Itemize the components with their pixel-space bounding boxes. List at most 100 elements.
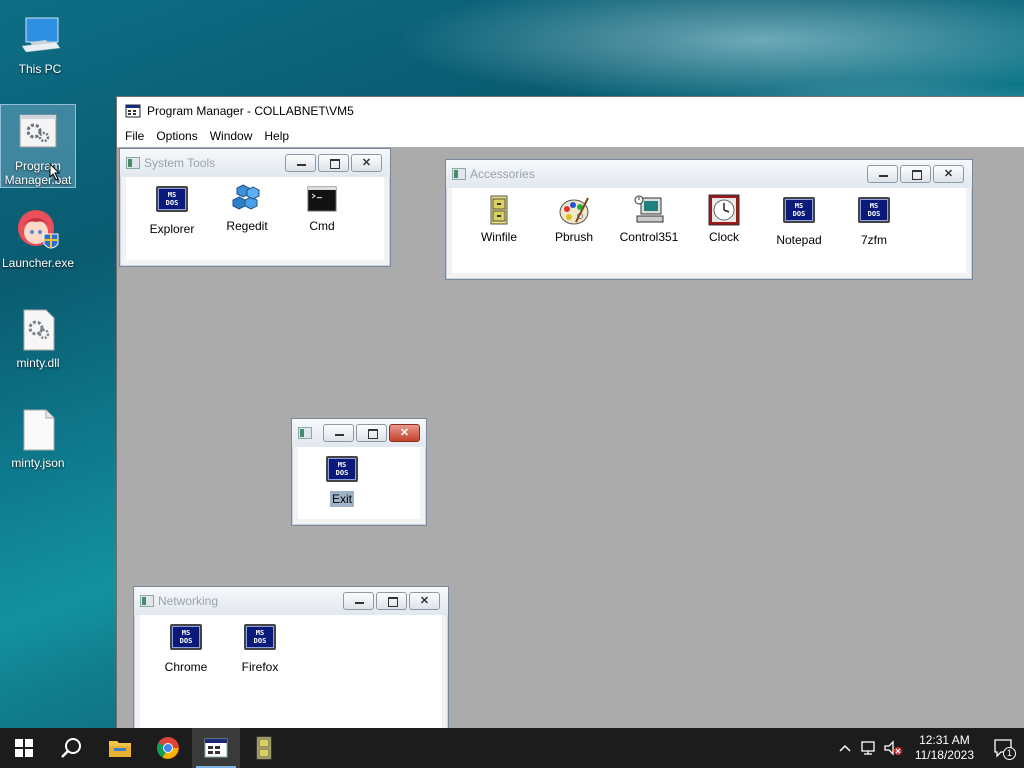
group-body: MS DOS Chrome MS DOS Firefox xyxy=(140,615,442,745)
desktop-icon-this-pc[interactable]: This PC xyxy=(2,8,78,76)
program-manager-icon xyxy=(125,104,141,118)
show-hidden-icons-button[interactable] xyxy=(833,728,857,768)
menu-help[interactable]: Help xyxy=(260,127,297,145)
volume-muted-icon xyxy=(884,740,902,756)
program-label: Cmd xyxy=(309,219,335,233)
group-window-icon xyxy=(452,168,466,180)
program-label: Firefox xyxy=(241,660,279,674)
program-label: Control351 xyxy=(619,230,679,244)
group-window-icon xyxy=(298,427,312,439)
desktop-icon-label: This PC xyxy=(18,62,62,76)
program-item-explorer[interactable]: MS DOS Explorer xyxy=(136,183,208,236)
menu-window[interactable]: Window xyxy=(206,127,261,145)
group-window-accessories[interactable]: Accessories ✕ Winfile Pbrush Control351 … xyxy=(445,159,973,280)
program-label: Chrome xyxy=(164,660,208,674)
file-cabinet-icon xyxy=(256,736,272,760)
close-button[interactable]: ✕ xyxy=(389,424,420,442)
group-window-system-tools[interactable]: System Tools ✕ MS DOS Explorer Regedit C… xyxy=(119,148,391,267)
taskbar-program-manager[interactable] xyxy=(192,728,240,768)
minimize-button[interactable] xyxy=(867,165,898,183)
group-window-networking[interactable]: Networking ✕ MS DOS Chrome MS DOS Firefox xyxy=(133,586,449,746)
group-titlebar[interactable]: Networking ✕ xyxy=(134,587,448,615)
desktop-icon-label: minty.dll xyxy=(16,356,60,370)
group-titlebar[interactable]: System Tools ✕ xyxy=(120,149,390,177)
program-item-notepad[interactable]: MS DOS Notepad xyxy=(763,194,835,247)
program-manager-window[interactable]: Program Manager - COLLABNET\VM5 File Opt… xyxy=(116,96,1024,746)
taskbar-clock[interactable]: 12:31 AM 11/18/2023 xyxy=(905,733,984,763)
menu-options[interactable]: Options xyxy=(152,127,205,145)
group-window-untitled[interactable]: ✕ MS DOS Exit xyxy=(291,418,427,526)
group-title: System Tools xyxy=(144,156,216,170)
program-label: Clock xyxy=(708,230,739,244)
program-item-control351[interactable]: Control351 xyxy=(613,194,685,244)
msdos-icon: MS DOS xyxy=(156,186,188,218)
minimize-button[interactable] xyxy=(285,154,316,172)
volume-button[interactable] xyxy=(881,728,905,768)
maximize-button[interactable] xyxy=(318,154,349,172)
search-button[interactable] xyxy=(48,728,96,768)
action-center-button[interactable]: 1 xyxy=(984,728,1024,768)
start-button[interactable] xyxy=(0,728,48,768)
desktop-icon-minty-dll[interactable]: minty.dll xyxy=(0,302,76,370)
menu-bar: File Options Window Help xyxy=(117,125,1024,147)
desktop-icon-label: minty.json xyxy=(11,456,65,470)
msdos-icon: MS DOS xyxy=(858,197,890,229)
network-status-button[interactable] xyxy=(857,728,881,768)
program-item-chrome[interactable]: MS DOS Chrome xyxy=(150,621,222,674)
desktop-icon-minty-json[interactable]: minty.json xyxy=(0,402,76,470)
msdos-icon: MS DOS xyxy=(783,197,815,229)
minimize-button[interactable] xyxy=(343,592,374,610)
taskbar-winfile[interactable] xyxy=(240,728,288,768)
close-button[interactable]: ✕ xyxy=(409,592,440,610)
program-label: Explorer xyxy=(149,222,195,236)
dll-file-gear-icon xyxy=(14,306,62,354)
program-item-exit[interactable]: MS DOS Exit xyxy=(306,453,378,507)
program-item-firefox[interactable]: MS DOS Firefox xyxy=(224,621,296,674)
program-item-winfile[interactable]: Winfile xyxy=(463,194,535,244)
windows-logo-icon xyxy=(15,739,33,757)
menu-file[interactable]: File xyxy=(121,127,152,145)
group-body: MS DOS Explorer Regedit Cmd xyxy=(126,177,384,260)
msdos-icon: MS DOS xyxy=(170,624,202,656)
minimize-button[interactable] xyxy=(323,424,354,442)
program-item-pbrush[interactable]: Pbrush xyxy=(538,194,610,244)
control-panel-computer-icon xyxy=(633,194,665,226)
mouse-cursor-icon xyxy=(49,163,61,181)
group-titlebar[interactable]: ✕ xyxy=(292,419,426,447)
maximize-button[interactable] xyxy=(900,165,931,183)
chrome-icon xyxy=(157,737,179,759)
registry-cubes-icon xyxy=(231,183,263,215)
taskbar-file-explorer[interactable] xyxy=(96,728,144,768)
clock-time: 12:31 AM xyxy=(919,733,970,747)
close-button[interactable]: ✕ xyxy=(351,154,382,172)
file-cabinet-icon xyxy=(483,194,515,226)
taskbar-chrome[interactable] xyxy=(144,728,192,768)
notification-count-badge: 1 xyxy=(1003,747,1016,760)
program-item-clock[interactable]: Clock xyxy=(688,194,760,244)
chevron-up-icon xyxy=(839,744,851,752)
group-titlebar[interactable]: Accessories ✕ xyxy=(446,160,972,188)
taskbar: 12:31 AM 11/18/2023 1 xyxy=(0,728,1024,768)
program-label: 7zfm xyxy=(860,233,887,247)
program-label: Exit xyxy=(329,491,354,507)
maximize-button[interactable] xyxy=(356,424,387,442)
command-prompt-icon xyxy=(306,183,338,215)
desktop-icon-program-manager-bat[interactable]: Program Manager.bat xyxy=(0,104,76,188)
program-item-cmd[interactable]: Cmd xyxy=(286,183,358,233)
desktop-icon-label: Program Manager.bat xyxy=(4,159,72,187)
program-manager-icon xyxy=(204,738,228,758)
launcher-character-icon xyxy=(14,206,62,254)
desktop-icon-label: Launcher.exe xyxy=(2,256,75,270)
batch-file-gear-icon xyxy=(14,109,62,157)
maximize-button[interactable] xyxy=(376,592,407,610)
close-button[interactable]: ✕ xyxy=(933,165,964,183)
group-title: Accessories xyxy=(470,167,535,181)
msdos-icon: MS DOS xyxy=(244,624,276,656)
program-item-regedit[interactable]: Regedit xyxy=(211,183,283,233)
group-body: Winfile Pbrush Control351 Clock MS DOS N… xyxy=(452,188,966,273)
desktop-icon-launcher-exe[interactable]: Launcher.exe xyxy=(0,202,76,270)
clock-icon xyxy=(708,194,740,226)
program-manager-titlebar[interactable]: Program Manager - COLLABNET\VM5 xyxy=(117,97,1024,125)
program-item-7zfm[interactable]: MS DOS 7zfm xyxy=(838,194,910,247)
program-label: Winfile xyxy=(480,230,517,244)
